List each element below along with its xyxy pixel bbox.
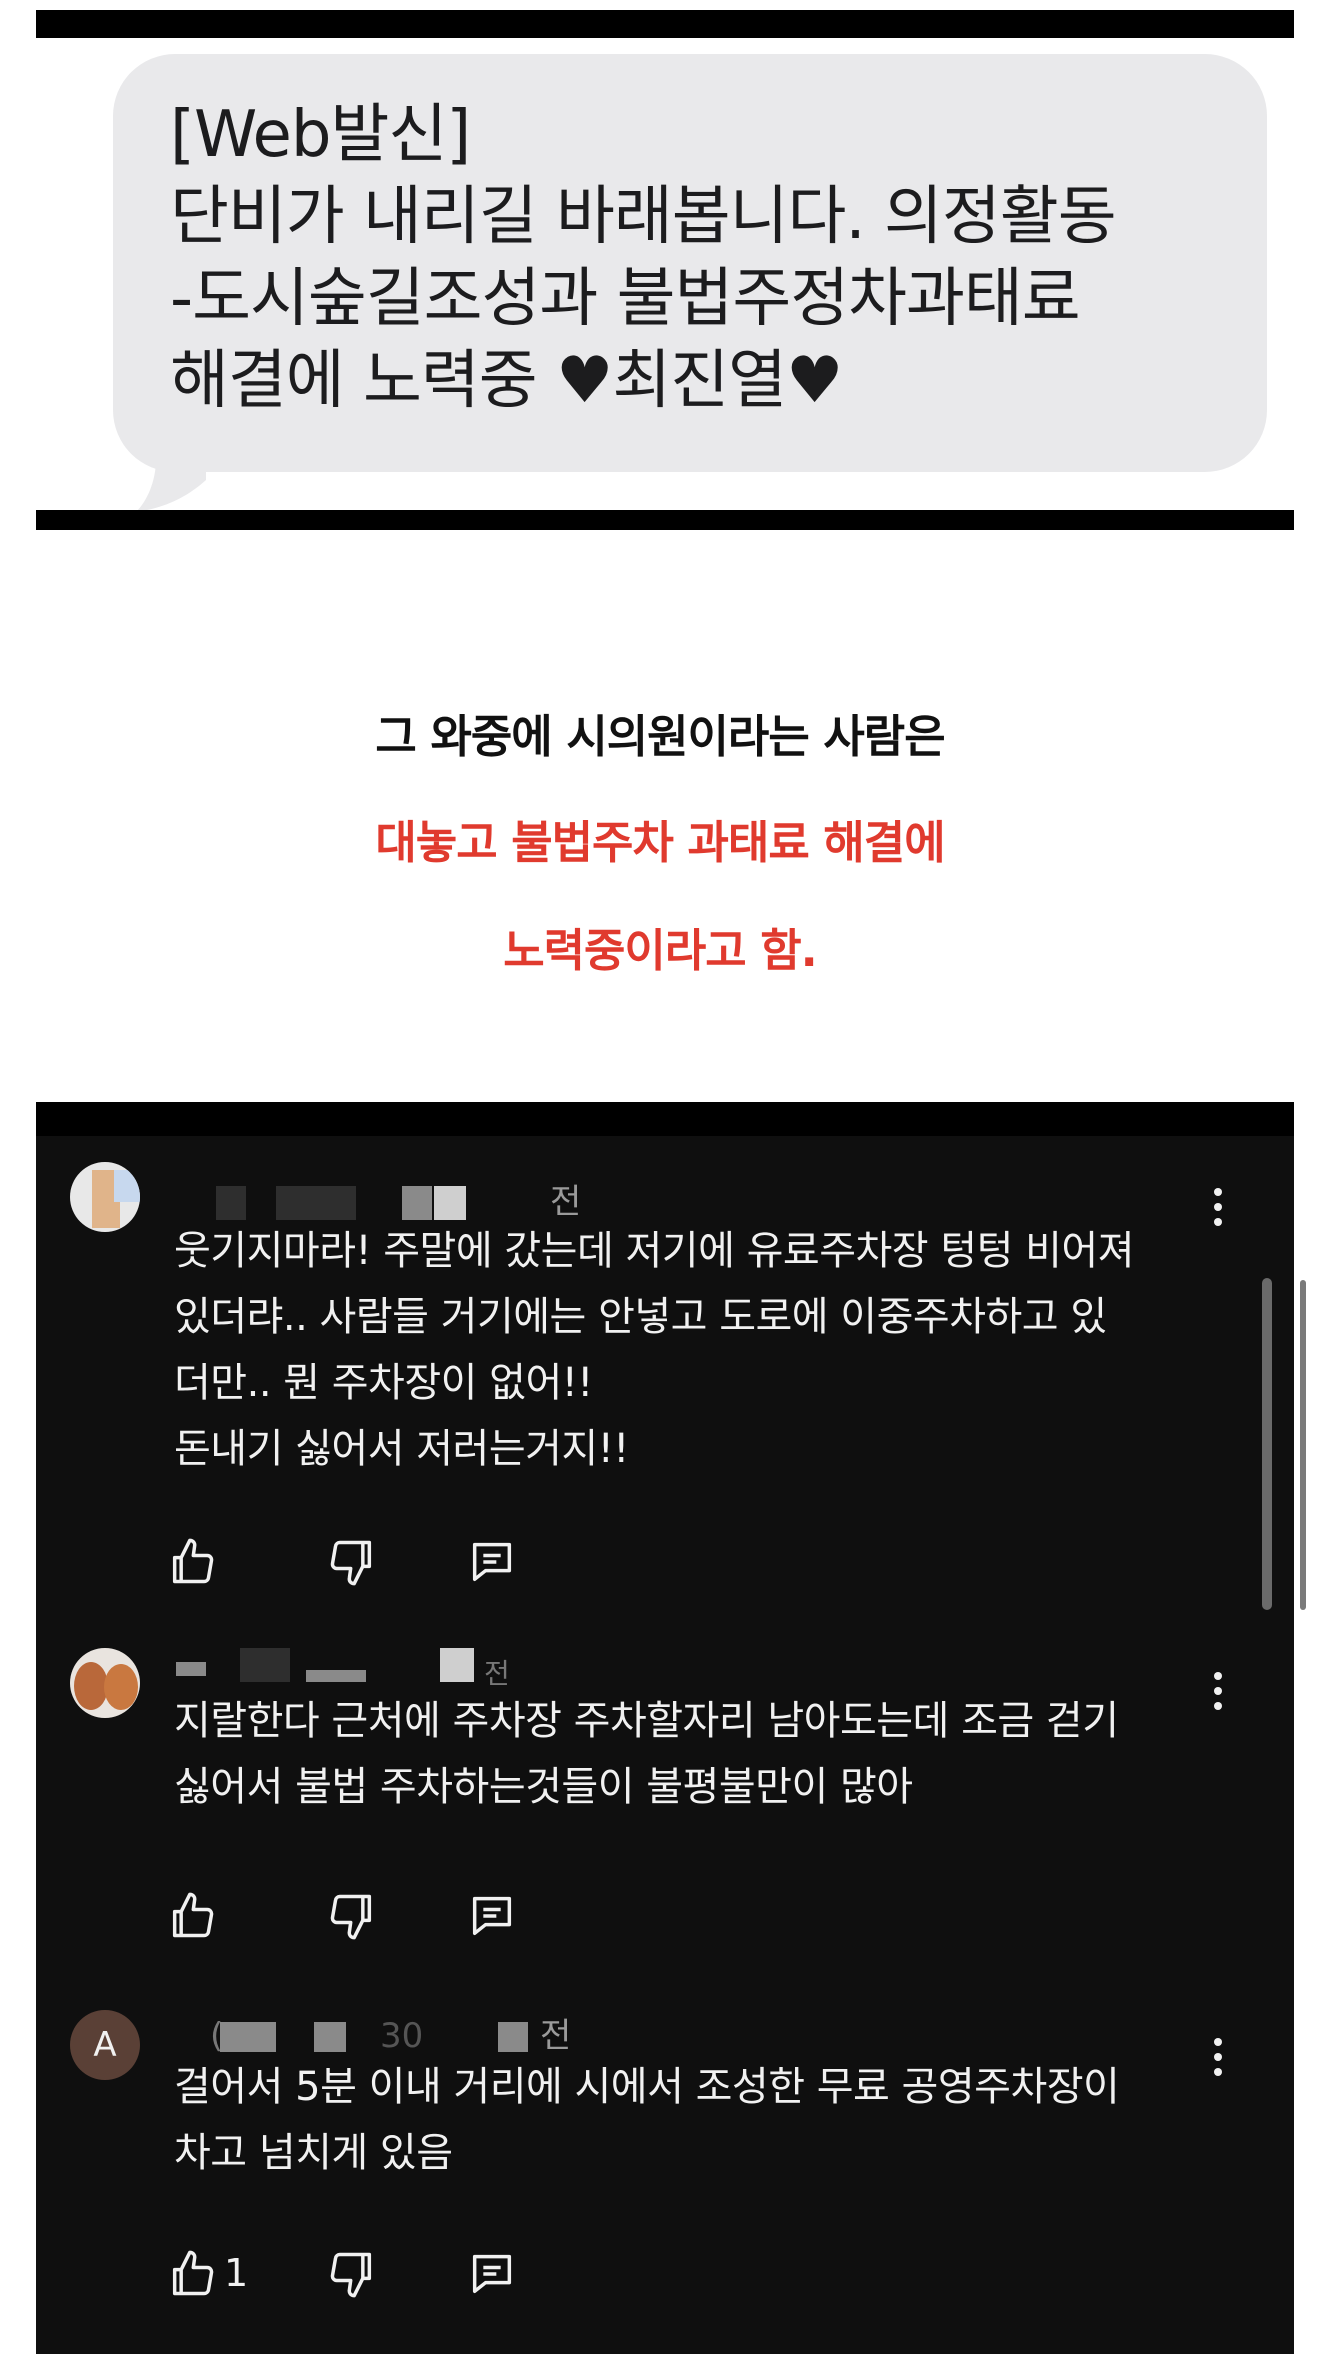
comment-meta: 전 xyxy=(176,1182,676,1222)
comment-text: 지랄한다 근처에 주차장 주차할자리 남아도는데 조금 걷기 싫어서 불법 주차… xyxy=(174,1698,1119,1810)
sms-message-text: [Web발신] 단비가 내리길 바래봅니다. 의정활동 -도시숲길조성과 불법주… xyxy=(170,98,1117,418)
dislike-button[interactable] xyxy=(326,2242,386,2302)
scrollbar[interactable] xyxy=(1262,1278,1272,1610)
sms-screenshot: [Web발신] 단비가 내리길 바래봅니다. 의정활동 -도시숲길조성과 불법주… xyxy=(36,10,1294,530)
thumbs-down-icon xyxy=(330,2252,372,2298)
comment-meta: 전 xyxy=(176,1648,676,1690)
comment-text: 웃기지마라! 주말에 갔는데 저기에 유료주차장 텅텅 비어져 있더랴.. 사람… xyxy=(174,1228,1135,1472)
food-avatar-icon[interactable] xyxy=(70,1648,140,1718)
comment-meta: ( 30 전 xyxy=(176,2016,676,2056)
redacted-block xyxy=(216,1186,246,1220)
like-button[interactable] xyxy=(166,1530,226,1590)
caption-line-1: 그 와중에 시의원이라는 사람은 xyxy=(375,710,945,763)
comments-top-bar xyxy=(36,1102,1294,1136)
comments-screenshot: 전 웃기지마라! 주말에 갔는데 저기에 유료주차장 텅텅 비어져 있더랴.. … xyxy=(36,1102,1294,2354)
redacted-block xyxy=(306,1670,366,1682)
reply-button[interactable] xyxy=(466,1884,526,1944)
scrollbar-edge xyxy=(1300,1280,1306,1610)
reply-button[interactable] xyxy=(466,2242,526,2302)
caption-line-2: 대놓고 불법주차 과태료 해결에 xyxy=(375,816,945,869)
avatar-letter: A xyxy=(93,2025,117,2065)
redacted-block xyxy=(498,2022,528,2052)
redacted-block xyxy=(220,2022,276,2052)
redacted-block xyxy=(176,1662,206,1676)
comment-actions xyxy=(166,1884,766,1944)
bottom-border-bar xyxy=(36,510,1294,530)
dislike-button[interactable] xyxy=(326,1530,386,1590)
thumbs-up-icon xyxy=(172,1538,214,1584)
reply-icon xyxy=(472,2254,512,2294)
thumbs-down-icon xyxy=(330,1540,372,1586)
comment-actions xyxy=(166,1530,766,1590)
thumbs-up-icon xyxy=(172,2250,214,2296)
letter-avatar[interactable]: A xyxy=(70,2010,140,2080)
like-button[interactable] xyxy=(166,1884,226,1944)
like-count: 1 xyxy=(224,2251,249,2295)
comment-text: 걸어서 5분 이내 거리에 시에서 조성한 무료 공영주차장이 차고 넘치게 있… xyxy=(174,2064,1120,2176)
reply-button[interactable] xyxy=(466,1530,526,1590)
thumbs-down-icon xyxy=(330,1894,372,1940)
top-border-bar xyxy=(36,10,1294,38)
dislike-button[interactable] xyxy=(326,1884,386,1944)
date-partial: 30 xyxy=(380,2016,424,2056)
sms-bubble-tail xyxy=(136,448,206,512)
time-ago: 전 xyxy=(540,2016,572,2056)
reply-icon xyxy=(472,1542,512,1582)
redacted-block xyxy=(434,1186,466,1220)
redacted-block xyxy=(240,1648,290,1682)
like-button[interactable]: 1 xyxy=(166,2242,276,2302)
reply-icon xyxy=(472,1896,512,1936)
thumbs-up-icon xyxy=(172,1892,214,1938)
time-ago: 전 xyxy=(550,1182,582,1222)
comment-actions: 1 xyxy=(166,2242,766,2302)
caption-line-3: 노력중이라고 함. xyxy=(503,924,818,977)
redacted-block xyxy=(440,1648,474,1682)
redacted-block xyxy=(276,1186,356,1220)
redacted-block xyxy=(402,1186,432,1220)
pixelated-avatar-icon[interactable] xyxy=(70,1162,140,1232)
redacted-block xyxy=(314,2022,346,2052)
